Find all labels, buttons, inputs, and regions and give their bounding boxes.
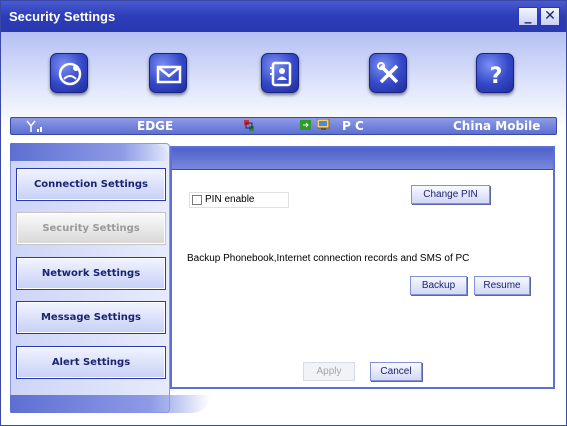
close-button[interactable]: ✕ <box>540 7 560 26</box>
minimize-button[interactable]: _ <box>518 7 538 26</box>
security-settings-panel: PIN enable Change PIN Backup Phonebook,I… <box>170 146 555 389</box>
sidebar-item-connection-settings[interactable]: Connection Settings <box>16 168 166 201</box>
panel-header <box>172 148 553 170</box>
apply-button[interactable]: Apply <box>303 362 355 381</box>
pc-icon <box>316 118 330 134</box>
backup-button[interactable]: Backup <box>410 276 467 295</box>
network-type: EDGE <box>137 119 174 133</box>
cancel-button[interactable]: Cancel <box>370 362 422 381</box>
window-title: Security Settings <box>9 9 116 24</box>
message-icon[interactable] <box>149 53 187 93</box>
backup-description: Backup Phonebook,Internet connection rec… <box>187 253 470 264</box>
signal-strength-icon <box>25 119 45 136</box>
connection-status-icon <box>243 119 255 136</box>
resume-button[interactable]: Resume <box>474 276 530 295</box>
change-pin-button[interactable]: Change PIN <box>411 185 490 204</box>
sidebar-item-security-settings[interactable]: Security Settings <box>16 212 166 245</box>
sidebar-item-message-settings[interactable]: Message Settings <box>16 301 166 334</box>
status-bar: EDGE P C China Mobile <box>10 117 557 135</box>
sidebar-bottom-decoration <box>10 395 210 413</box>
pin-enable-checkbox[interactable]: PIN enable <box>189 192 289 208</box>
phonebook-icon[interactable] <box>261 53 299 93</box>
security-settings-window: Security Settings _ ✕ ? EDGE P C China M… <box>0 0 567 426</box>
checkbox-box[interactable] <box>192 195 202 205</box>
sidebar-item-alert-settings[interactable]: Alert Settings <box>16 346 166 379</box>
pin-enable-label: PIN enable <box>205 194 255 205</box>
sim-icon <box>300 119 312 134</box>
help-icon[interactable]: ? <box>476 53 514 93</box>
sidebar-item-network-settings[interactable]: Network Settings <box>16 257 166 290</box>
svg-text:?: ? <box>490 64 503 89</box>
sidebar-top-decoration <box>10 143 170 161</box>
operator-name: China Mobile <box>453 119 541 133</box>
title-bar: Security Settings _ ✕ <box>1 1 566 32</box>
pc-mode: P C <box>342 119 364 133</box>
connection-icon[interactable] <box>50 53 88 93</box>
settings-tools-icon[interactable] <box>369 53 407 93</box>
